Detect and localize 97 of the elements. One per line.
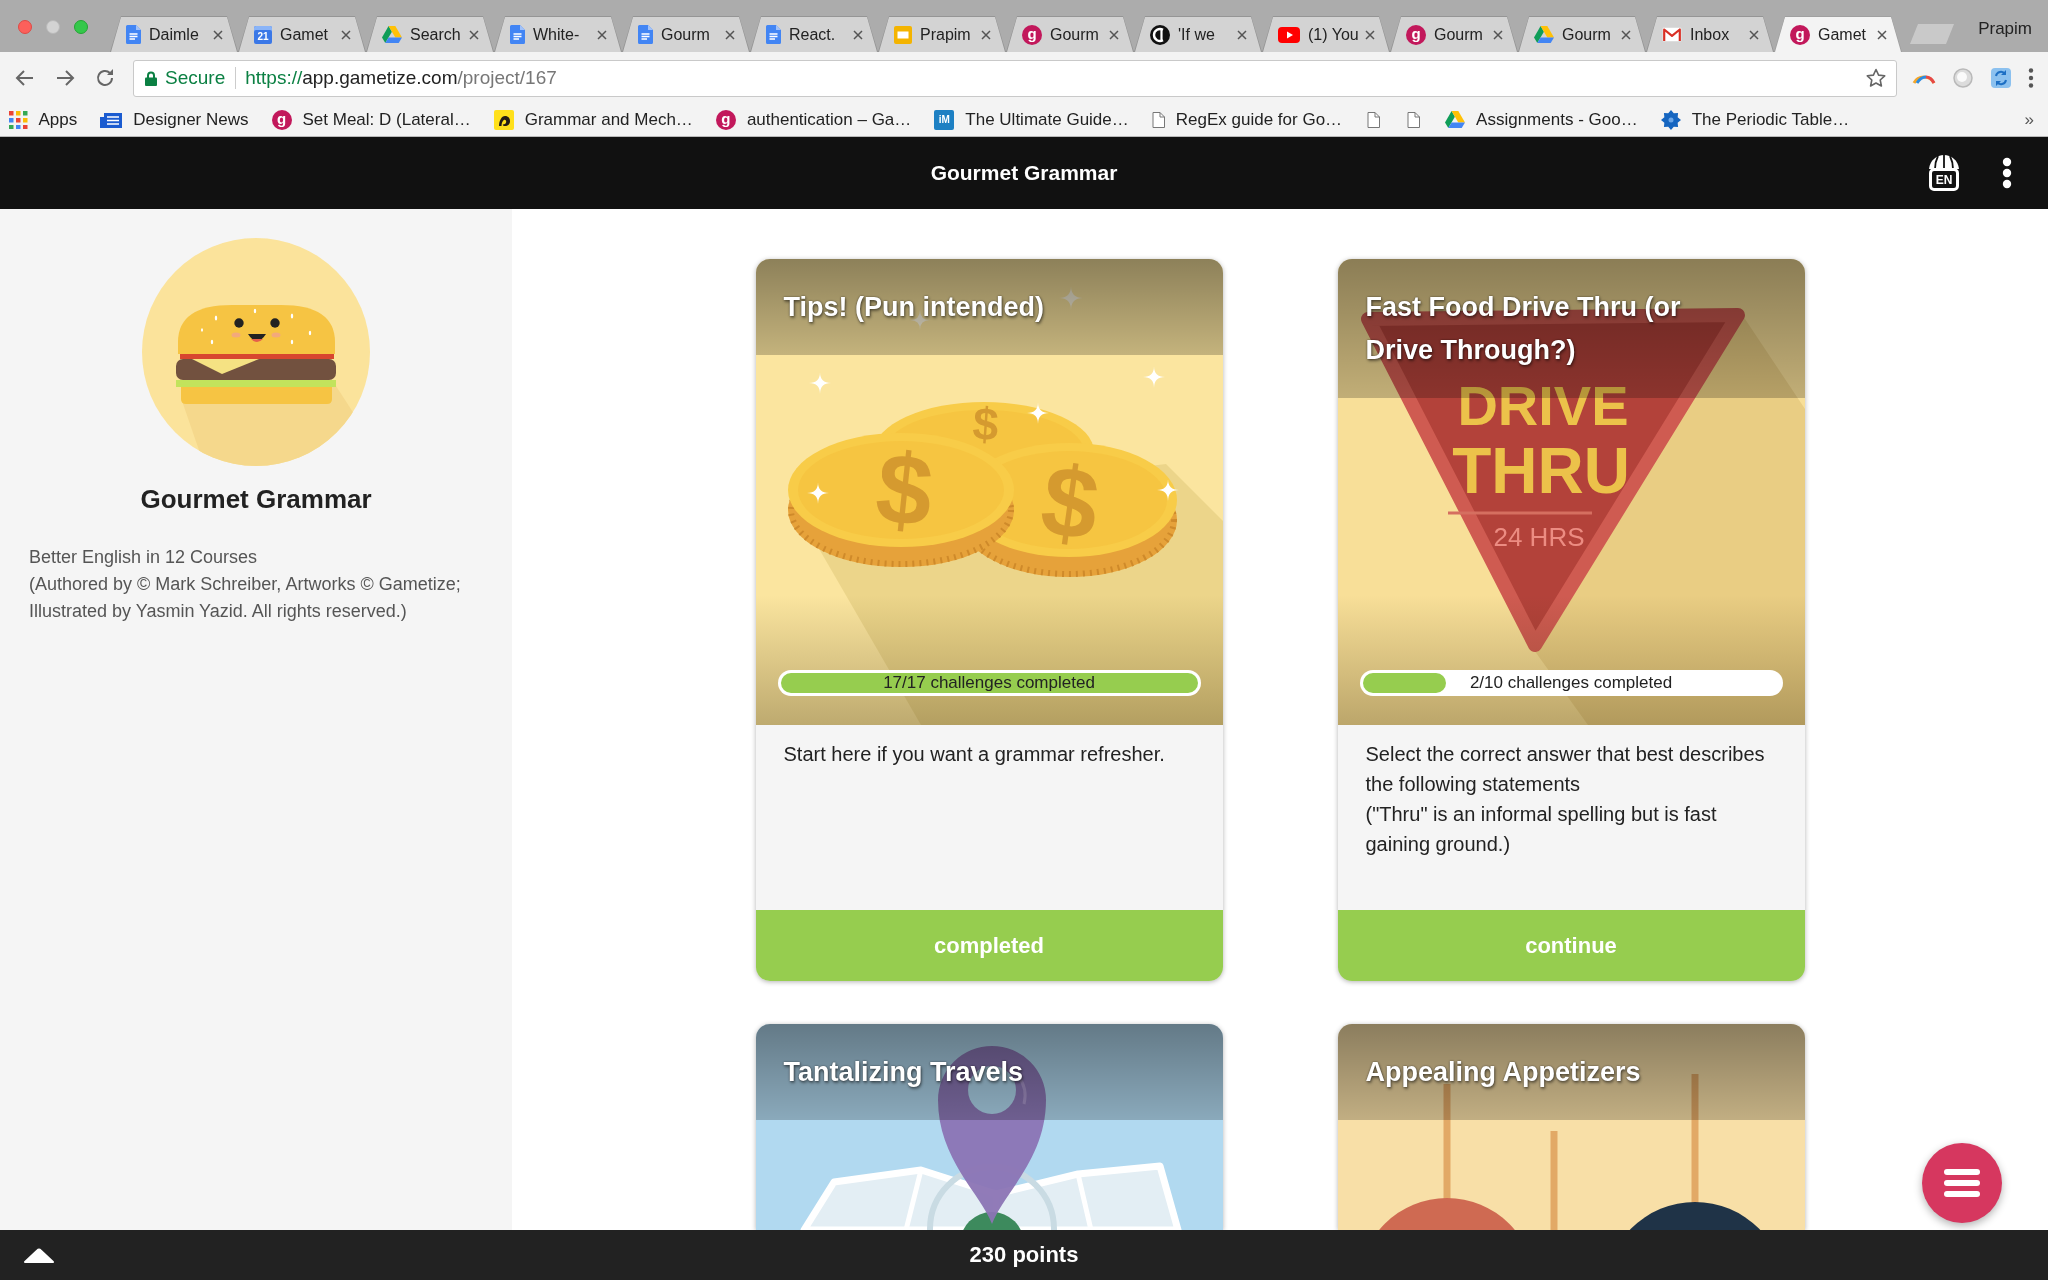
topic-title: Fast Food Drive Thru (or Drive Through?): [1365, 291, 1682, 367]
browser-tab[interactable]: 'If we: [1134, 16, 1262, 52]
site-logo: g: [1022, 24, 1042, 45]
site-logo: g: [271, 110, 292, 130]
browser-tab[interactable]: Gourm: [1518, 16, 1646, 52]
topic-description: ("Thru" is an informal spelling but is fast gaining ground.): [1365, 802, 1718, 857]
topic-title: Tips! (Pun intended): [783, 291, 1045, 324]
close-icon[interactable]: [981, 29, 991, 40]
close-icon[interactable]: [597, 29, 607, 40]
more-icon[interactable]: [2002, 157, 2012, 189]
close-icon[interactable]: [853, 29, 863, 40]
bookmark-link[interactable]: Grammar and Mech…: [493, 110, 693, 130]
sign-text: THRU: [1451, 435, 1630, 507]
close-icon[interactable]: [1237, 29, 1247, 40]
arrows-icon[interactable]: [1990, 67, 2012, 89]
bookmark-link[interactable]: iM The Ultimate Guide…: [934, 110, 1129, 130]
close-icon[interactable]: [725, 29, 735, 40]
course-description: (Authored by © Mark Schreiber, Artworks © Gametize; Illustrated by Yasmin Yazid. All rights reserved.): [29, 573, 462, 623]
browser-tab[interactable]: Gourm: [622, 16, 750, 52]
dollar-sign: $: [970, 397, 1000, 451]
close-icon[interactable]: [1749, 29, 1759, 40]
close-icon[interactable]: [1493, 29, 1503, 40]
close-icon[interactable]: [1109, 29, 1119, 40]
circle-logo-icon: [1150, 24, 1170, 45]
sign-text: DRIVE: [1456, 374, 1629, 437]
presentation-icon: [894, 25, 912, 44]
bookmark-link[interactable]: g authentication – Ga…: [715, 110, 912, 130]
close-icon[interactable]: [341, 29, 351, 40]
browser-tab[interactable]: White-: [494, 16, 622, 52]
menu-icon: [1944, 1169, 1980, 1197]
app-title: Gourmet Grammar: [930, 161, 1118, 185]
site-logo: g: [715, 110, 736, 130]
bookmark-star-icon[interactable]: [1866, 68, 1886, 88]
browser-tab[interactable]: g Gourm: [1390, 16, 1518, 52]
topic-card[interactable]: [1337, 259, 1805, 981]
document-icon: [126, 25, 141, 44]
calendar-logo: 21: [254, 25, 272, 44]
topic-description: Start here if you want a grammar refresher.: [783, 742, 1166, 767]
logo-tile-icon: [493, 110, 514, 130]
security-label: Secure: [165, 67, 226, 89]
close-icon[interactable]: [1621, 29, 1631, 40]
course-title: Gourmet Grammar: [140, 483, 372, 515]
browser-tab[interactable]: Daimle: [110, 16, 238, 52]
bookmarks-overflow-button[interactable]: »: [2024, 110, 2034, 130]
topic-description: Select the correct answer that best describes the following statements: [1365, 742, 1766, 797]
more-icon[interactable]: [2027, 67, 2035, 89]
browser-tab[interactable]: g Gourm: [1006, 16, 1134, 52]
browser-tab[interactable]: 21 Gamet: [238, 16, 366, 52]
browser-tab[interactable]: React.: [750, 16, 878, 52]
site-logo: iM: [934, 110, 955, 130]
browser-tab[interactable]: g Gamet: [1774, 16, 1902, 52]
topic-title: Tantalizing Travels: [783, 1056, 1025, 1089]
bookmark-link[interactable]: Designer News: [100, 110, 249, 130]
page-icon[interactable]: [1407, 112, 1421, 128]
browser-tab[interactable]: (1) You: [1262, 16, 1390, 52]
profile-name[interactable]: Prapim: [1978, 0, 2048, 39]
site-logo: g: [1790, 24, 1810, 45]
course-description: Better English in 12 Courses: [29, 546, 259, 569]
address-bar[interactable]: Secure https://app.gametize.com/project/167: [133, 59, 1897, 97]
gear-icon: [1660, 110, 1681, 130]
page-icon[interactable]: [1367, 112, 1381, 128]
browser-tab[interactable]: Prapim: [878, 16, 1006, 52]
lock-icon: [145, 70, 157, 86]
envelope-icon: [1662, 27, 1682, 42]
triangle-icon: [1534, 25, 1554, 44]
close-icon[interactable]: [213, 29, 223, 40]
points-total: 230 points: [969, 1242, 1079, 1268]
url-text: https://app.gametize.com/project/167: [245, 67, 557, 89]
apps-grid-icon: [9, 110, 28, 130]
document-icon: [510, 25, 525, 44]
dollar-sign: $: [1034, 442, 1105, 562]
page-icon: [1151, 112, 1165, 128]
progress-label: 2/10 challenges completed: [1469, 673, 1673, 693]
browser-tab[interactable]: Inbox: [1646, 16, 1774, 52]
document-icon: [766, 25, 781, 44]
dollar-sign: $: [870, 430, 938, 548]
topic-title: Appealing Appetizers: [1365, 1056, 1642, 1089]
bookmark-link[interactable]: The Periodic Table…: [1660, 110, 1850, 130]
bookmark-link[interactable]: RegEx guide for Go…: [1151, 110, 1343, 130]
progress-label: 17/17 challenges completed: [883, 673, 1095, 693]
triangle-icon: [382, 25, 402, 44]
close-icon[interactable]: [1365, 29, 1375, 40]
striped-tile-icon: [100, 112, 123, 128]
topic-card[interactable]: Tantalizing Travels: [755, 1024, 1223, 1230]
topic-card[interactable]: $ $ $ Tips! (Pun intended) 17/17 challenges completed Start here if you want a grammar refresher. completed: [755, 259, 1223, 981]
play-icon: [1278, 26, 1300, 43]
bookmark-link[interactable]: g Set Meal: D (Lateral…: [271, 110, 471, 130]
triangle-icon: [1445, 111, 1466, 129]
browser-tab[interactable]: Search: [366, 16, 494, 52]
bookmark-link[interactable]: Apps: [9, 110, 78, 130]
sign-text: 24 HRS: [1493, 522, 1584, 552]
close-icon[interactable]: [1877, 29, 1887, 40]
site-logo: g: [1406, 24, 1426, 45]
document-icon: [638, 25, 653, 44]
close-icon[interactable]: [469, 29, 479, 40]
bookmark-link[interactable]: Assignments - Goo…: [1445, 110, 1638, 130]
caret-up-icon[interactable]: [23, 1247, 55, 1263]
